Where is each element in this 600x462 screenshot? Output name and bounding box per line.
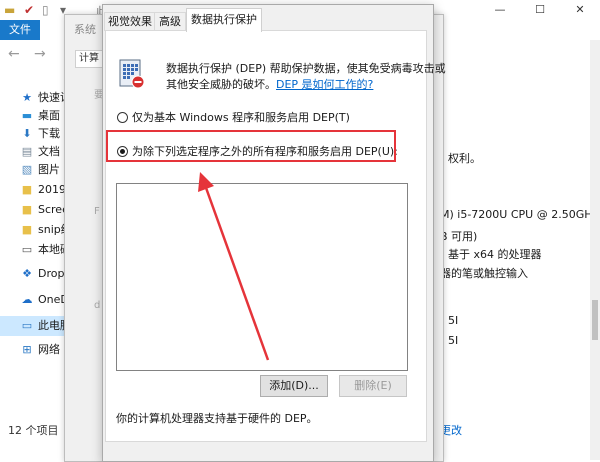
desktop-icon: ▬ bbox=[21, 109, 33, 122]
memory-text: B 可用) bbox=[440, 230, 478, 243]
sidebar-item-9[interactable]: ▭ 本地磁 bbox=[0, 240, 68, 260]
sidebar-item-12[interactable]: ▭ 此电脑 bbox=[0, 316, 68, 336]
system-dialog-text-fragment: F bbox=[94, 206, 100, 217]
add-button[interactable]: 添加(D)... bbox=[260, 375, 328, 397]
document-icon: ▤ bbox=[21, 145, 33, 158]
maximize-button[interactable]: ☐ bbox=[520, 0, 560, 20]
sidebar-item-label: 文档 bbox=[38, 145, 60, 158]
back-arrow-icon[interactable]: ← bbox=[8, 46, 20, 62]
tab-data-execution-prevention[interactable]: 数据执行保护 bbox=[186, 8, 262, 32]
folder-icon: ■ bbox=[21, 223, 33, 236]
navigation-pane: ★快速访问▬ 桌面 ⬇ 下载 ▤ 文档 ▧ 图片 ■2019全■Screen■snip缓▭本地磁… bbox=[0, 80, 68, 460]
pen-touch-text: 器的笔或触控输入 bbox=[440, 267, 528, 280]
close-button[interactable]: ✕ bbox=[560, 0, 600, 20]
hardware-dep-status: 你的计算机处理器支持基于硬件的 DEP。 bbox=[116, 412, 318, 425]
dropbox-icon: ❖ bbox=[22, 267, 32, 280]
tab-advanced[interactable]: 高级 bbox=[154, 12, 186, 31]
sidebar-item-8[interactable]: ■snip缓 bbox=[0, 220, 68, 240]
folder-icon: ■ bbox=[21, 203, 33, 216]
star-icon: ★ bbox=[22, 91, 32, 104]
folder-icon: ■ bbox=[21, 183, 33, 196]
sidebar-item-5[interactable]: ▧ 图片 bbox=[0, 160, 68, 180]
dep-description-line2: 其他安全威胁的破坏。DEP 是如何工作的? bbox=[166, 76, 373, 92]
system-type-text: 基于 x64 的处理器 bbox=[448, 248, 542, 261]
checkmark-icon[interactable]: ✔ bbox=[24, 3, 34, 17]
sidebar-item-4[interactable]: ▤ 文档 bbox=[0, 142, 68, 162]
annotation-highlight-box bbox=[106, 130, 396, 162]
sidebar-item-2[interactable]: ▬ 桌面 bbox=[0, 106, 68, 126]
document-icon[interactable]: ▯ bbox=[42, 3, 49, 17]
tab-visual-effects[interactable]: 视觉效果 bbox=[104, 12, 156, 31]
properties-content: 权利。 M) i5-7200U CPU @ 2.50GHz 2.7 B 可用) … bbox=[440, 40, 600, 460]
sidebar-item-11[interactable]: ☁OneDri bbox=[0, 290, 69, 310]
sidebar-item-3[interactable]: ⬇ 下载 bbox=[0, 124, 68, 144]
option-basic-windows-only[interactable]: 仅为基本 Windows 程序和服务启用 DEP(T) bbox=[117, 110, 350, 126]
onedrive-icon: ☁ bbox=[21, 293, 33, 306]
explorer-folder-icon: ▬ bbox=[4, 3, 16, 17]
scrollbar-thumb[interactable] bbox=[592, 300, 598, 340]
file-tab[interactable]: 文件 bbox=[0, 20, 40, 40]
sidebar-item-10[interactable]: ❖Dropbo bbox=[0, 264, 68, 284]
status-item-count: 12 个项目 bbox=[8, 424, 59, 437]
sidebar-item-1[interactable]: ★快速访问 bbox=[0, 88, 68, 108]
remove-button[interactable]: 删除(E) bbox=[339, 375, 407, 397]
sidebar-item-13[interactable]: ⊞ 网络 bbox=[0, 340, 68, 360]
sidebar-item-6[interactable]: ■2019全 bbox=[0, 180, 68, 200]
dep-description-text: 其他安全威胁的破坏。 bbox=[166, 78, 276, 91]
computer-icon: ▭ bbox=[21, 319, 33, 332]
picture-icon: ▧ bbox=[21, 163, 33, 176]
minimize-button[interactable]: — bbox=[480, 0, 520, 20]
full-name-text: 5I bbox=[448, 334, 459, 347]
option-basic-label: 仅为基本 Windows 程序和服务启用 DEP(T) bbox=[132, 111, 350, 124]
sidebar-item-label: 图片 bbox=[38, 163, 60, 176]
sidebar-item-7[interactable]: ■Screen bbox=[0, 200, 68, 220]
system-dialog-title: 系统 bbox=[74, 23, 96, 36]
disk-icon: ▭ bbox=[21, 243, 33, 256]
dep-help-link[interactable]: DEP 是如何工作的? bbox=[276, 78, 373, 91]
forward-arrow-icon[interactable]: → bbox=[34, 46, 46, 62]
excluded-programs-list[interactable] bbox=[116, 183, 408, 371]
radio-basic-windows-only[interactable] bbox=[117, 112, 128, 123]
sidebar-item-label: 网络 bbox=[38, 343, 60, 356]
network-icon: ⊞ bbox=[22, 343, 32, 356]
dep-shield-icon bbox=[119, 59, 145, 89]
computer-name-text: 5I bbox=[448, 314, 459, 327]
scrollbar-track[interactable] bbox=[590, 40, 600, 460]
system-dialog-text-fragment: d bbox=[94, 300, 101, 311]
download-icon: ⬇ bbox=[22, 127, 32, 140]
sidebar-item-label: 桌面 bbox=[38, 109, 60, 122]
dep-description: 数据执行保护 (DEP) 帮助保护数据，使其免受病毒攻击或 bbox=[166, 62, 446, 75]
sidebar-item-label: 下载 bbox=[38, 127, 60, 140]
processor-text: M) i5-7200U CPU @ 2.50GHz 2.7 bbox=[440, 208, 600, 221]
copyright-text: 权利。 bbox=[448, 152, 481, 165]
